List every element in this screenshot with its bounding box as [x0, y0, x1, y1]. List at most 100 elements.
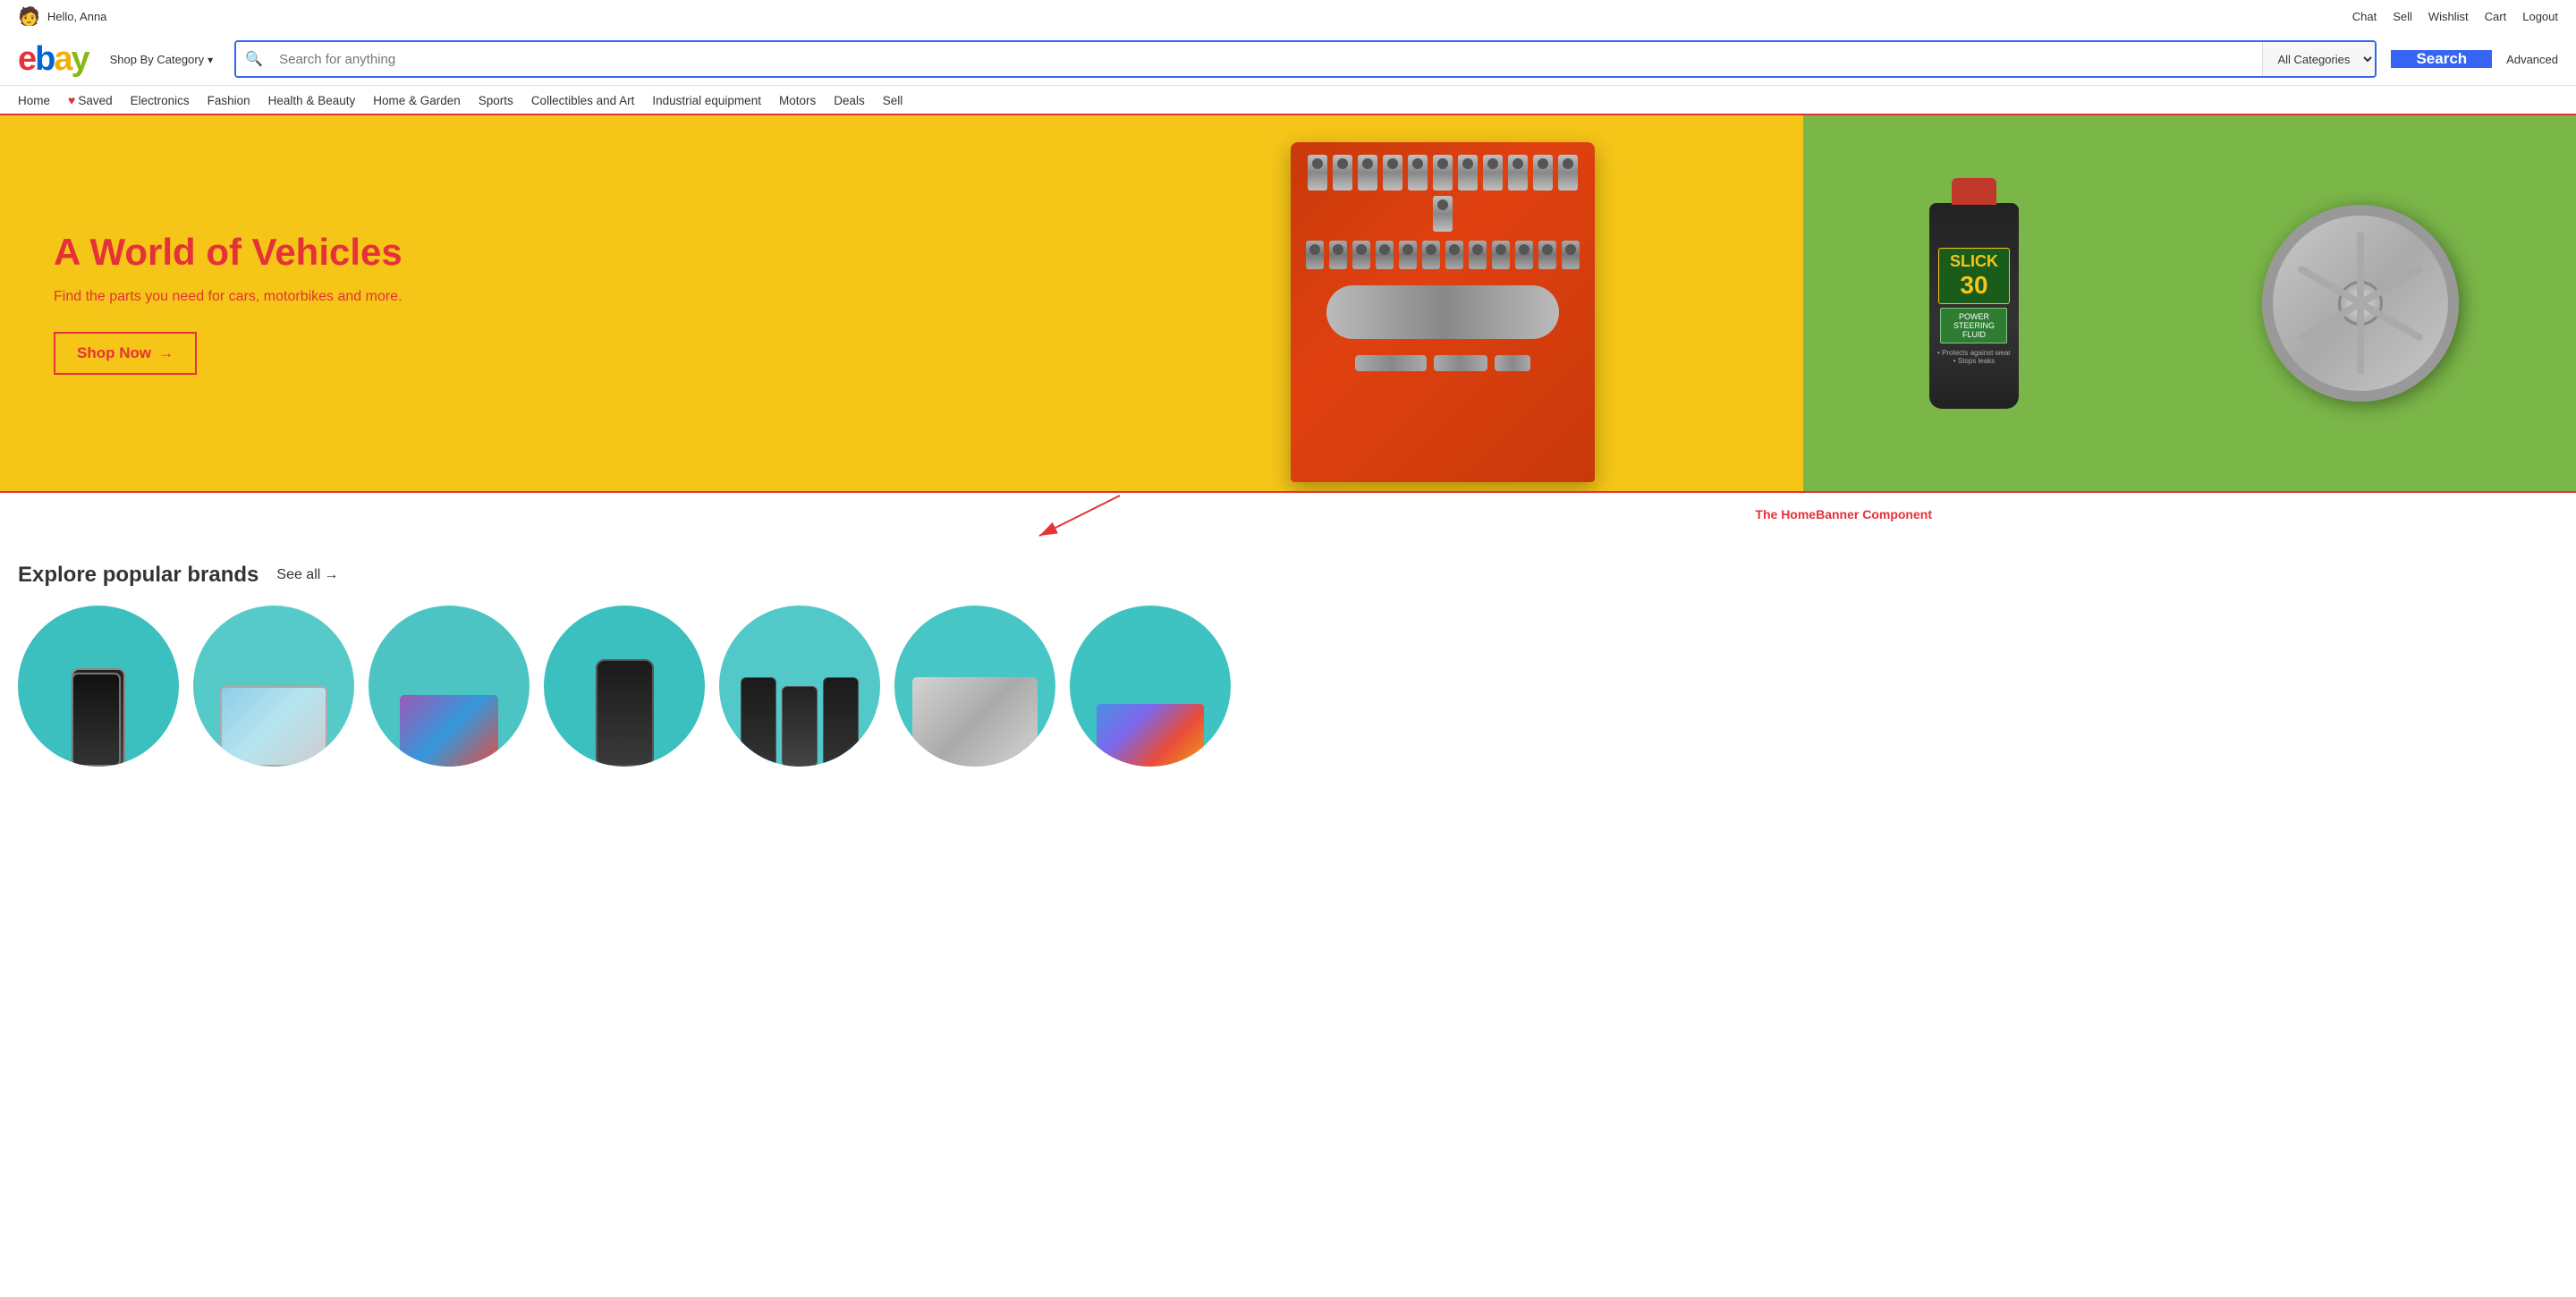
- see-all-label: See all: [276, 567, 320, 583]
- nav-saved[interactable]: ♥ Saved: [68, 93, 113, 107]
- logo-a: a: [54, 40, 71, 78]
- top-bar-right: Chat Sell Wishlist Cart Logout: [2352, 10, 2558, 23]
- nav-electronics[interactable]: Electronics: [131, 94, 190, 107]
- extension-2: [1434, 355, 1487, 371]
- brand-image-7: [1070, 606, 1231, 767]
- dark-phone: [596, 659, 654, 767]
- wishlist-link[interactable]: Wishlist: [2428, 10, 2469, 23]
- oil-brand-label: SLICK 30: [1938, 248, 2010, 304]
- socket-2: [1333, 155, 1352, 191]
- bit-6: [1422, 241, 1440, 269]
- extension-row: [1355, 355, 1530, 371]
- nav-home[interactable]: Home: [18, 94, 50, 107]
- phone-icon-2: [72, 673, 121, 767]
- shop-by-category-button[interactable]: Shop By Category: [103, 49, 221, 70]
- banner-products-section: SLICK 30 POWERSTEERING FLUID • Protects …: [1803, 115, 2576, 491]
- logo-e: e: [18, 40, 35, 78]
- spoke-1: [2357, 232, 2364, 303]
- brand-circle-7[interactable]: [1070, 606, 1231, 767]
- brand-image-1: [18, 606, 179, 767]
- nav-home-garden[interactable]: Home & Garden: [373, 94, 461, 107]
- arrow-right-icon: →: [158, 344, 174, 362]
- brand-circle-5[interactable]: [719, 606, 880, 767]
- oil-bottle-cap: [1952, 178, 1996, 205]
- oil-brand-text: SLICK: [1950, 252, 1998, 270]
- main-nav: Home ♥ Saved Electronics Fashion Health …: [0, 86, 2576, 115]
- brand-circle-6[interactable]: [894, 606, 1055, 767]
- header: ebay Shop By Category 🔍 All Categories S…: [0, 33, 2576, 86]
- see-all-link[interactable]: See all →: [276, 567, 338, 583]
- nav-fashion[interactable]: Fashion: [208, 94, 250, 107]
- advanced-link[interactable]: Advanced: [2506, 53, 2558, 66]
- home-banner: A World of Vehicles Find the parts you n…: [0, 115, 2576, 491]
- socket-11: [1558, 155, 1578, 191]
- nav-industrial[interactable]: Industrial equipment: [652, 94, 761, 107]
- annotation-text: The HomeBanner Component: [1755, 507, 1932, 521]
- search-button[interactable]: Search: [2391, 50, 2492, 68]
- oil-bottle-fine-print: • Protects against wear• Stops leaks: [1937, 349, 2011, 365]
- brand-image-4: [544, 606, 705, 767]
- socket-5: [1408, 155, 1428, 191]
- brand-circle-3[interactable]: [369, 606, 530, 767]
- bit-7: [1445, 241, 1463, 269]
- top-bar: 🧑 Hello, Anna Chat Sell Wishlist Cart Lo…: [0, 0, 2576, 33]
- search-icon: 🔍: [245, 50, 263, 68]
- bit-8: [1469, 241, 1487, 269]
- bit-1: [1306, 241, 1324, 269]
- annotation-container: The HomeBanner Component: [0, 491, 2576, 545]
- brand-circle-2[interactable]: [193, 606, 354, 767]
- colorful-device: [400, 695, 498, 767]
- socket-bits-row: [1303, 155, 1582, 232]
- arrow-right-icon-2: →: [324, 567, 338, 583]
- nav-health-beauty[interactable]: Health & Beauty: [268, 94, 356, 107]
- tablet-icon: [220, 686, 327, 767]
- chevron-down-icon: [208, 53, 213, 66]
- socket-bits-row-2: [1306, 241, 1580, 269]
- greeting-text: Hello, Anna: [47, 10, 107, 23]
- extension-3: [1495, 355, 1530, 371]
- socket-7: [1458, 155, 1478, 191]
- category-select[interactable]: All Categories: [2262, 42, 2375, 76]
- shop-now-button[interactable]: Shop Now →: [54, 332, 197, 375]
- user-avatar-icon: 🧑: [18, 5, 40, 28]
- toolbox-image: [1291, 142, 1595, 482]
- brand-circle-1[interactable]: [18, 606, 179, 767]
- brand-image-5: [719, 606, 880, 767]
- nav-sports[interactable]: Sports: [479, 94, 513, 107]
- socket-12: [1433, 196, 1453, 232]
- brand-image-3: [369, 606, 530, 767]
- ebay-logo[interactable]: ebay: [18, 42, 89, 76]
- cart-link[interactable]: Cart: [2485, 10, 2507, 23]
- bit-4: [1376, 241, 1394, 269]
- heart-icon: ♥: [68, 93, 75, 107]
- nav-sell[interactable]: Sell: [883, 94, 903, 107]
- banner-toolbox-section: [1082, 115, 1803, 491]
- socket-10: [1533, 155, 1553, 191]
- chat-link[interactable]: Chat: [2352, 10, 2377, 23]
- logo-b: b: [35, 40, 54, 78]
- nav-collectibles[interactable]: Collectibles and Art: [531, 94, 635, 107]
- colorful-device-2: [1097, 704, 1204, 767]
- oil-bottle-body: SLICK 30 POWERSTEERING FLUID • Protects …: [1929, 203, 2019, 409]
- brand-image-2: [193, 606, 354, 767]
- top-bar-left: 🧑 Hello, Anna: [18, 5, 106, 28]
- car-wheel: [2262, 205, 2459, 402]
- search-bar: 🔍 All Categories: [234, 40, 2377, 78]
- logout-link[interactable]: Logout: [2522, 10, 2558, 23]
- brand-circle-4[interactable]: [544, 606, 705, 767]
- socket-3: [1358, 155, 1377, 191]
- socket-6: [1433, 155, 1453, 191]
- nav-deals[interactable]: Deals: [834, 94, 865, 107]
- annotation-arrow-svg: [1030, 491, 1299, 545]
- search-input[interactable]: [272, 42, 2262, 76]
- shop-by-category-label: Shop By Category: [110, 53, 205, 66]
- oil-bottle: SLICK 30 POWERSTEERING FLUID • Protects …: [1920, 178, 2028, 428]
- bit-12: [1562, 241, 1580, 269]
- nav-motors[interactable]: Motors: [779, 94, 816, 107]
- oil-subtitle: POWERSTEERING FLUID: [1940, 308, 2007, 343]
- socket-8: [1483, 155, 1503, 191]
- multi-phones: [741, 677, 859, 767]
- sell-link[interactable]: Sell: [2393, 10, 2412, 23]
- logo-y: y: [72, 40, 89, 78]
- phone-a: [741, 677, 776, 767]
